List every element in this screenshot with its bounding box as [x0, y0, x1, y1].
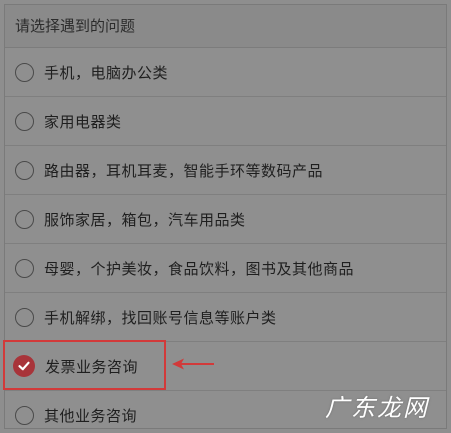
radio-icon[interactable] — [15, 209, 34, 229]
radio-icon[interactable] — [15, 62, 34, 82]
option-row-2[interactable]: 路由器，耳机耳麦，智能手环等数码产品 — [5, 146, 446, 195]
option-row-1[interactable]: 家用电器类 — [5, 97, 446, 146]
arrow-left-icon — [172, 358, 214, 370]
option-row-3[interactable]: 服饰家居，箱包，汽车用品类 — [5, 195, 446, 244]
watermark-logo: 广东龙网 — [325, 394, 429, 422]
radio-icon[interactable] — [15, 258, 34, 278]
radio-icon[interactable] — [15, 307, 34, 327]
check-icon[interactable] — [13, 355, 35, 377]
radio-icon[interactable] — [15, 111, 34, 131]
option-label: 其他业务咨询 — [44, 406, 138, 425]
option-label: 路由器，耳机耳麦，智能手环等数码产品 — [44, 161, 324, 180]
option-row-0[interactable]: 手机，电脑办公类 — [5, 48, 446, 97]
page-title: 请选择遇到的问题 — [5, 5, 446, 48]
option-row-5[interactable]: 手机解绑，找回账号信息等账户类 — [5, 293, 446, 342]
question-list-panel: 请选择遇到的问题 手机，电脑办公类 家用电器类 路由器，耳机耳麦，智能手环等数码… — [4, 4, 447, 429]
option-label: 手机，电脑办公类 — [44, 63, 169, 82]
radio-icon[interactable] — [15, 160, 34, 180]
option-row-6-selected[interactable]: 发票业务咨询 — [5, 342, 446, 391]
option-label: 发票业务咨询 — [45, 357, 139, 376]
option-row-4[interactable]: 母婴，个护美妆，食品饮料，图书及其他商品 — [5, 244, 446, 293]
option-label: 母婴，个护美妆，食品饮料，图书及其他商品 — [44, 259, 355, 278]
option-label: 家用电器类 — [44, 112, 122, 131]
checkmark-icon — [18, 361, 30, 371]
option-label: 手机解绑，找回账号信息等账户类 — [44, 308, 277, 327]
option-label: 服饰家居，箱包，汽车用品类 — [44, 210, 246, 229]
radio-icon[interactable] — [15, 405, 34, 425]
